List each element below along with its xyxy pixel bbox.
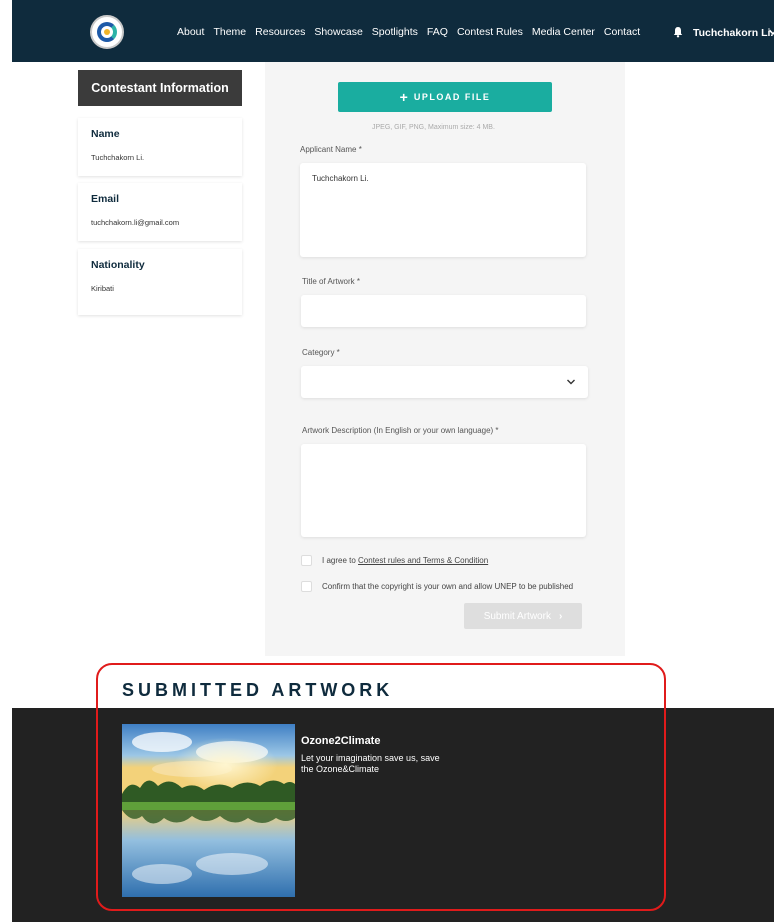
contest-rules-link[interactable]: Contest rules and Terms & Condition <box>358 556 488 565</box>
info-card-value: Tuchchakorn Li. <box>91 153 145 162</box>
user-menu-name[interactable]: Tuchchakorn Li. <box>693 27 773 39</box>
description-textarea[interactable] <box>301 444 586 537</box>
agree-terms-checkbox[interactable] <box>301 555 312 566</box>
confirm-copyright-text: Confirm that the copyright is your own a… <box>322 582 574 591</box>
contestant-info-header: Contestant Information <box>78 70 242 106</box>
nav-link-resources[interactable]: Resources <box>255 26 305 38</box>
info-card-label: Nationality <box>91 259 145 271</box>
title-label: Title of Artwork * <box>302 277 360 286</box>
upload-file-button[interactable]: + UPLOAD FILE <box>338 82 552 112</box>
applicant-name-value: Tuchchakorn Li. <box>312 174 369 183</box>
info-card-nationality: Nationality Kiribati <box>78 249 242 315</box>
confirm-copyright-checkbox[interactable] <box>301 581 312 592</box>
nav-link-showcase[interactable]: Showcase <box>314 26 362 38</box>
chevron-down-icon <box>567 379 575 385</box>
info-card-label: Name <box>91 128 120 140</box>
upload-file-label: UPLOAD FILE <box>413 92 491 102</box>
artwork-thumbnail[interactable] <box>122 724 295 897</box>
site-logo[interactable] <box>90 15 124 49</box>
bell-icon[interactable] <box>672 26 684 38</box>
submitted-artwork-title: SUBMITTED ARTWORK <box>122 680 394 700</box>
artwork-name[interactable]: Ozone2Climate <box>301 735 380 747</box>
landscape-image <box>122 724 295 897</box>
nav-link-media-center[interactable]: Media Center <box>532 26 595 38</box>
category-label: Category * <box>302 348 340 357</box>
info-card-value: tuchchakorn.li@gmail.com <box>91 218 180 227</box>
artwork-description: Let your imagination save us, save the O… <box>301 753 440 774</box>
nav-link-contact[interactable]: Contact <box>604 26 640 38</box>
description-label: Artwork Description (In English or your … <box>302 426 499 435</box>
agree-prefix: I agree to <box>322 556 359 565</box>
nav-links: About Theme Resources Showcase Spotlight… <box>177 26 649 38</box>
chevron-right-icon: › <box>558 610 563 622</box>
logo-dot-icon <box>104 29 110 35</box>
chevron-down-icon[interactable] <box>768 27 774 37</box>
info-card-email: Email tuchchakorn.li@gmail.com <box>78 183 242 241</box>
info-card-name: Name Tuchchakorn Li. <box>78 118 242 176</box>
nav-link-theme[interactable]: Theme <box>213 26 246 38</box>
confirm-copyright-row: Confirm that the copyright is your own a… <box>301 581 573 592</box>
applicant-name-label: Applicant Name * <box>300 145 362 154</box>
agree-terms-row: I agree to Contest rules and Terms & Con… <box>301 555 488 566</box>
submit-artwork-button[interactable]: Submit Artwork › <box>464 603 582 629</box>
plus-icon: + <box>399 89 408 105</box>
applicant-name-field[interactable]: Tuchchakorn Li. <box>300 163 586 257</box>
nav-link-spotlights[interactable]: Spotlights <box>372 26 418 38</box>
category-select[interactable] <box>301 366 588 398</box>
nav-link-faq[interactable]: FAQ <box>427 26 448 38</box>
top-nav: About Theme Resources Showcase Spotlight… <box>12 0 774 62</box>
info-card-label: Email <box>91 193 120 205</box>
agree-terms-text: I agree to Contest rules and Terms & Con… <box>322 556 488 565</box>
nav-link-contest-rules[interactable]: Contest Rules <box>457 26 523 38</box>
title-input[interactable] <box>301 295 586 327</box>
upload-hint: JPEG, GIF, PNG, Maximum size: 4 MB. <box>372 124 495 131</box>
info-card-value: Kiribati <box>91 284 114 293</box>
submit-artwork-label: Submit Artwork <box>483 610 551 622</box>
nav-link-about[interactable]: About <box>177 26 204 38</box>
